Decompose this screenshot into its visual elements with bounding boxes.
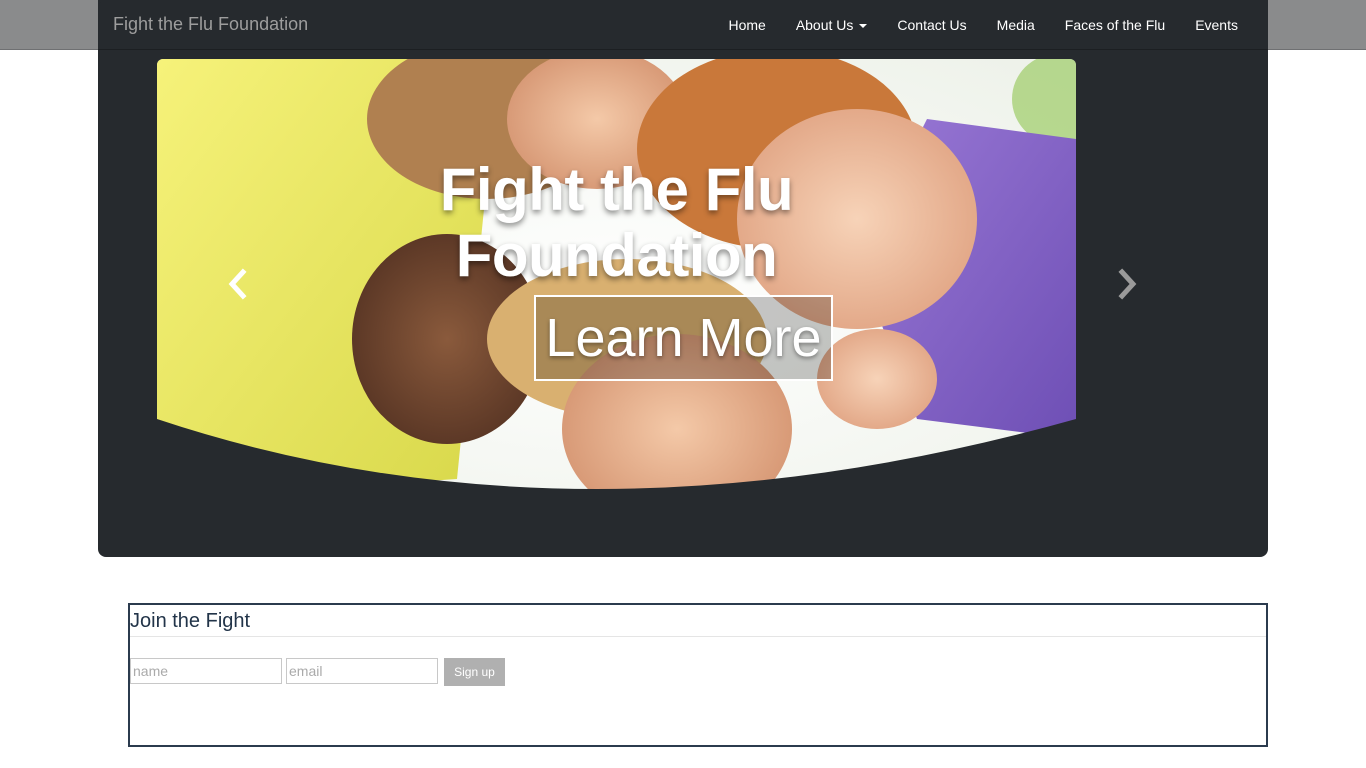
nav-media[interactable]: Media — [997, 17, 1035, 33]
hero-title: Fight the Flu Foundation — [157, 157, 1076, 289]
nav-contact-us[interactable]: Contact Us — [897, 17, 966, 33]
brand-link[interactable]: Fight the Flu Foundation — [113, 14, 308, 35]
carousel-next-button[interactable] — [1115, 268, 1139, 300]
signup-box: Join the Fight Sign up — [128, 603, 1268, 747]
nav-events[interactable]: Events — [1195, 17, 1238, 33]
sign-up-button[interactable]: Sign up — [444, 658, 505, 686]
email-field[interactable] — [286, 658, 438, 684]
hero-title-line2: Foundation — [455, 222, 778, 289]
signup-divider — [130, 636, 1266, 637]
chevron-left-icon — [228, 268, 247, 300]
name-field[interactable] — [130, 658, 282, 684]
nav-faces-of-the-flu[interactable]: Faces of the Flu — [1065, 17, 1165, 33]
nav-about-us-label: About Us — [795, 17, 854, 33]
carousel-prev-button[interactable] — [226, 268, 250, 300]
nav-menu: Home About Us Contact Us Media Faces of … — [698, 0, 1238, 50]
chevron-right-icon — [1118, 268, 1137, 300]
nav-about-us[interactable]: About Us — [796, 17, 868, 33]
caret-down-icon — [859, 24, 868, 28]
learn-more-button[interactable]: Learn More — [534, 295, 833, 381]
signup-title: Join the Fight — [130, 610, 251, 632]
hero-title-line1: Fight the Flu — [439, 156, 794, 223]
hero-carousel: Fight the Flu Foundation Learn More — [157, 59, 1076, 499]
navbar: Fight the Flu Foundation Home About Us C… — [98, 0, 1268, 50]
nav-home[interactable]: Home — [728, 17, 765, 33]
